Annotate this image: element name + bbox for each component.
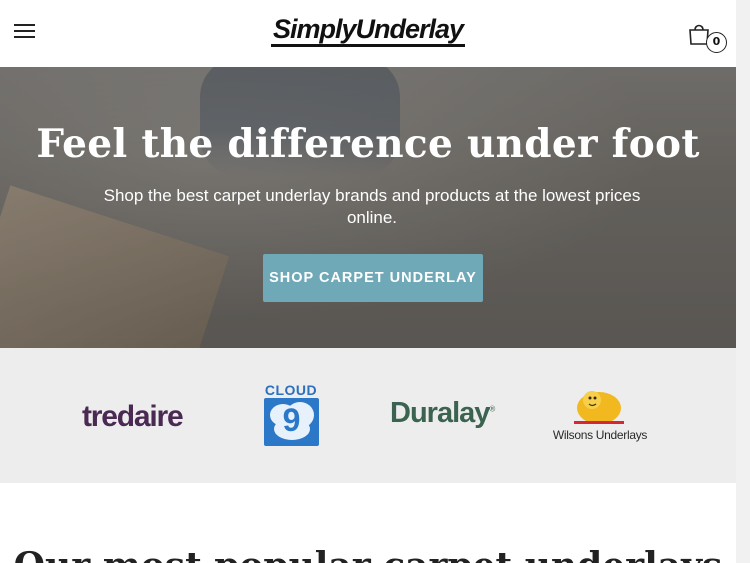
- popular-underlays-heading: Our most popular carpet underlays: [0, 546, 736, 563]
- brand-logo-tredaire[interactable]: tredaire: [82, 400, 184, 434]
- wilsons-word: Wilsons Underlays: [552, 428, 648, 442]
- logo-text: SimplyUnderlay: [270, 15, 466, 47]
- page-scrollbar[interactable]: [736, 0, 750, 563]
- duralay-word: Duralay: [390, 397, 490, 429]
- brand-logo-duralay[interactable]: Duralay®: [390, 397, 495, 430]
- cloud9-number: 9: [282, 402, 301, 438]
- site-logo[interactable]: SimplyUnderlay: [0, 14, 736, 47]
- shop-carpet-underlay-button[interactable]: SHOP CARPET UNDERLAY: [263, 254, 483, 302]
- brand-logo-wilsons[interactable]: Wilsons Underlays: [544, 386, 656, 446]
- site-header: SimplyUnderlay 0: [0, 0, 750, 67]
- hero-title: Feel the difference under foot: [36, 121, 700, 167]
- lion-icon: [574, 391, 624, 424]
- duralay-trademark: ®: [489, 404, 495, 414]
- cloud9-badge: 9: [264, 398, 319, 446]
- cart-count-badge: 0: [706, 32, 727, 53]
- hero-subtitle: Shop the best carpet underlay brands and…: [103, 186, 641, 227]
- hero-banner: Feel the difference under foot Shop the …: [0, 67, 736, 348]
- brand-logo-cloud9[interactable]: CLOUD 9: [262, 382, 320, 448]
- cart-button[interactable]: 0: [688, 22, 728, 54]
- cloud9-word: CLOUD: [264, 382, 318, 398]
- brand-strip: tredaire CLOUD 9 Duralay® Wilsons Underl…: [0, 348, 736, 483]
